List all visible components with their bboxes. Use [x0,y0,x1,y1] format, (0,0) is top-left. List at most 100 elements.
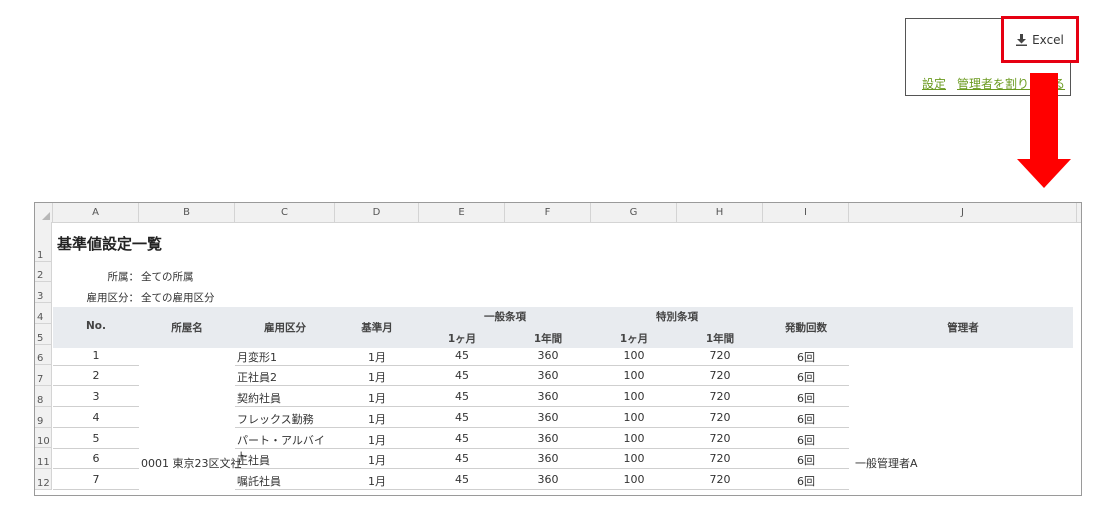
header-count: 発動回数 [785,322,827,334]
header-special-month: 1ヶ月 [619,333,649,345]
cell-type: 月変形1 [237,351,277,364]
cell-no: 2 [92,369,100,382]
cell-g1: 45 [455,349,469,362]
cell-month: 1月 [368,454,386,467]
cell-s1: 100 [623,390,645,403]
header-admin: 管理者 [947,322,979,334]
cell-s1: 100 [623,349,645,362]
cell-no: 7 [92,473,100,486]
cell-month: 1月 [368,434,386,447]
col-header-e[interactable]: E [419,203,505,222]
col-header-i[interactable]: I [763,203,849,222]
cell-no: 5 [92,432,100,445]
row-header-3[interactable]: 3 [35,282,52,303]
cell-g1: 45 [455,452,469,465]
no-col-divider [53,365,139,366]
header-general: 一般条項 [484,311,526,323]
cell-g1: 45 [455,473,469,486]
row-header-5[interactable]: 5 [35,324,52,345]
cell-count: 6回 [797,392,815,405]
col-header-j[interactable]: J [849,203,1077,222]
excel-sheet-preview: A B C D E F G H I J 1 2 3 4 5 6 7 8 9 10… [34,202,1082,496]
row-header-7[interactable]: 7 [35,365,52,386]
cell-type: 契約社員 [237,392,281,405]
cell-s2: 720 [709,369,731,382]
cell-g2: 360 [537,390,559,403]
cell-no: 3 [92,390,100,403]
row-header-11[interactable]: 11 [35,448,52,469]
col-header-f[interactable]: F [505,203,591,222]
row-header-9[interactable]: 9 [35,407,52,428]
cell-s1: 100 [623,411,645,424]
cell-g1: 45 [455,369,469,382]
cell-type: 正社員 [237,454,270,467]
col-header-g[interactable]: G [591,203,677,222]
cell-g2: 360 [537,369,559,382]
excel-download-button[interactable]: Excel [1001,16,1079,63]
dept-value: 全ての所属 [141,271,194,283]
row-header-1[interactable]: 1 [35,222,52,262]
cell-month: 1月 [368,413,386,426]
header-general-year: 1年間 [533,333,563,345]
column-header-row: A B C D E F G H I J [35,203,1081,223]
row-divider [235,468,849,469]
cell-month: 1月 [368,371,386,384]
emp-value: 全ての雇用区分 [141,292,215,304]
cell-count: 6回 [797,413,815,426]
red-arrow-head [1017,159,1071,188]
row-header-4[interactable]: 4 [35,303,52,324]
col-header-h[interactable]: H [677,203,763,222]
cell-g2: 360 [537,473,559,486]
settings-link[interactable]: 設定 [922,77,946,91]
row-header-6[interactable]: 6 [35,345,52,365]
cell-s2: 720 [709,390,731,403]
cell-month: 1月 [368,392,386,405]
cell-count: 6回 [797,454,815,467]
header-special-year: 1年間 [705,333,735,345]
col-header-d[interactable]: D [335,203,419,222]
cell-s1: 100 [623,473,645,486]
col-header-c[interactable]: C [235,203,335,222]
emp-label: 雇用区分： [86,292,140,304]
cell-g1: 45 [455,411,469,424]
cell-type: フレックス勤務 [237,413,314,426]
header-dept-name: 所屋名 [171,322,203,334]
row-divider [235,489,849,490]
row-divider [235,427,849,428]
no-col-divider [53,468,139,469]
cell-type: 正社員2 [237,371,277,384]
cell-g2: 360 [537,432,559,445]
header-no: No. [86,320,106,332]
cell-count: 6回 [797,475,815,488]
cell-count: 6回 [797,351,815,364]
excel-label: Excel [1032,32,1064,47]
row-header-8[interactable]: 8 [35,386,52,407]
cell-s2: 720 [709,473,731,486]
col-header-a[interactable]: A [53,203,139,222]
no-col-divider [53,489,139,490]
row-header-12[interactable]: 12 [35,469,52,490]
row-header-10[interactable]: 10 [35,428,52,448]
cell-g1: 45 [455,390,469,403]
header-special: 特別条項 [656,311,698,323]
row-divider [235,385,849,386]
cell-g1: 45 [455,432,469,445]
header-general-month: 1ヶ月 [447,333,477,345]
merged-admin-cell: 一般管理者A [855,457,918,470]
cell-month: 1月 [368,351,386,364]
cell-s2: 720 [709,411,731,424]
cell-g2: 360 [537,452,559,465]
cell-s1: 100 [623,452,645,465]
cell-no: 1 [92,349,100,362]
no-col-divider [53,448,139,449]
header-emp-type: 雇用区分 [264,322,306,334]
cell-count: 6回 [797,434,815,447]
col-header-b[interactable]: B [139,203,235,222]
header-base-month: 基準月 [361,322,393,334]
row-divider [235,406,849,407]
merged-dept-cell: 0001 東京23区文社 [141,457,242,470]
row-header-2[interactable]: 2 [35,262,52,282]
cell-s1: 100 [623,369,645,382]
select-all-corner[interactable] [35,203,53,222]
dept-label: 所属： [107,271,140,283]
